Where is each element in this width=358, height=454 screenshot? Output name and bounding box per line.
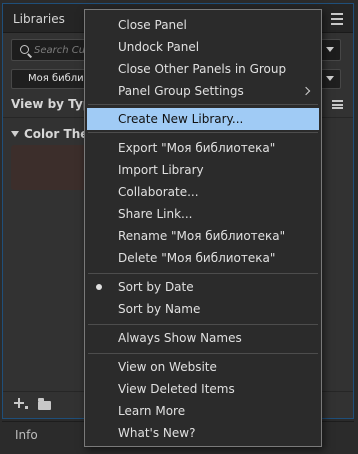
menu-item-close-panel[interactable]: Close Panel [87, 14, 319, 36]
menu-separator [88, 273, 318, 274]
menu-item-label: View on Website [118, 360, 217, 374]
menu-item-label: What's New? [118, 426, 196, 440]
menu-separator [88, 132, 318, 133]
menu-item-view-deleted-items[interactable]: View Deleted Items [87, 378, 319, 400]
panel-flyout-menu: Close Panel Undock Panel Close Other Pan… [84, 9, 322, 447]
menu-item-sort-by-date[interactable]: Sort by Date [87, 276, 319, 298]
menu-item-learn-more[interactable]: Learn More [87, 400, 319, 422]
menu-item-label: View Deleted Items [118, 382, 235, 396]
add-menu-indicator-icon [25, 406, 28, 409]
folder-icon[interactable] [38, 398, 51, 410]
menu-item-collaborate[interactable]: Collaborate... [87, 181, 319, 203]
search-icon [20, 45, 29, 54]
menu-item-always-show-names[interactable]: Always Show Names [87, 327, 319, 349]
menu-item-close-other-panels[interactable]: Close Other Panels in Group [87, 58, 319, 80]
menu-item-label: Learn More [118, 404, 186, 418]
panel-title-tab[interactable]: Libraries [13, 12, 65, 26]
menu-separator [88, 324, 318, 325]
menu-item-label: Import Library [118, 163, 204, 177]
search-scope-dropdown-icon[interactable] [326, 47, 334, 52]
menu-item-label: Rename "Моя библиотека" [118, 229, 286, 243]
panel-menu-icon[interactable] [331, 13, 343, 25]
menu-item-label: Delete "Моя библиотека" [118, 251, 276, 265]
menu-separator [88, 104, 318, 105]
list-view-icon[interactable] [332, 100, 343, 109]
radio-checked-icon [96, 284, 102, 290]
menu-item-share-link[interactable]: Share Link... [87, 203, 319, 225]
menu-item-label: Close Panel [118, 18, 187, 32]
menu-item-label: Collaborate... [118, 185, 199, 199]
menu-item-create-new-library[interactable]: Create New Library... [87, 108, 319, 130]
menu-item-sort-by-name[interactable]: Sort by Name [87, 298, 319, 320]
menu-item-delete-library[interactable]: Delete "Моя библиотека" [87, 247, 319, 269]
menu-item-label: Export "Моя библиотека" [118, 141, 276, 155]
menu-item-rename-library[interactable]: Rename "Моя библиотека" [87, 225, 319, 247]
menu-item-label: Panel Group Settings [118, 84, 244, 98]
menu-item-whats-new[interactable]: What's New? [87, 422, 319, 444]
menu-item-label: Sort by Name [118, 302, 201, 316]
menu-item-export-library[interactable]: Export "Моя библиотека" [87, 137, 319, 159]
menu-item-label: Sort by Date [118, 280, 194, 294]
menu-item-panel-group-settings[interactable]: Panel Group Settings [87, 80, 319, 102]
info-tab[interactable]: Info [15, 428, 38, 442]
menu-item-label: Close Other Panels in Group [118, 62, 287, 76]
menu-item-label: Create New Library... [118, 112, 244, 126]
menu-item-label: Undock Panel [118, 40, 200, 54]
menu-item-import-library[interactable]: Import Library [87, 159, 319, 181]
menu-item-undock-panel[interactable]: Undock Panel [87, 36, 319, 58]
chevron-down-icon[interactable] [326, 76, 334, 81]
menu-item-label: Always Show Names [118, 331, 242, 345]
color-theme-swatch[interactable] [11, 145, 91, 190]
chevron-right-icon [301, 86, 311, 96]
menu-separator [88, 353, 318, 354]
menu-item-view-on-website[interactable]: View on Website [87, 356, 319, 378]
menu-item-label: Share Link... [118, 207, 193, 221]
add-content-icon[interactable] [14, 398, 24, 408]
caret-down-icon [11, 131, 19, 137]
